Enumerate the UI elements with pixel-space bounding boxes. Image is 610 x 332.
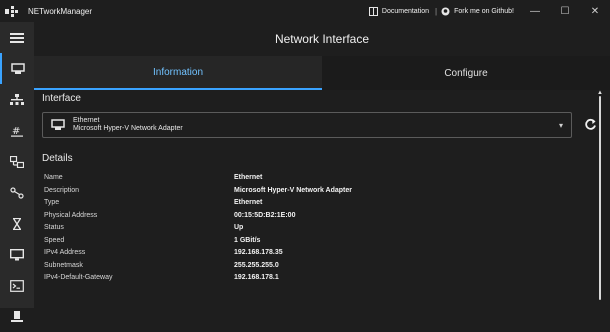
row-value: 192.168.178.35	[234, 249, 283, 256]
title-separator: |	[435, 6, 438, 16]
interface-description: Microsoft Hyper-V Network Adapter	[73, 125, 183, 132]
row-label: Subnetmask	[44, 261, 83, 269]
github-label: Fork me on Github!	[454, 7, 514, 15]
table-row: Status Up	[44, 222, 584, 235]
row-label: IPv4-Default-Gateway	[44, 274, 113, 281]
interface-select[interactable]: Ethernet Microsoft Hyper-V Network Adapt…	[42, 112, 572, 138]
network-card-icon	[47, 119, 69, 131]
interface-name: Ethernet	[73, 117, 100, 124]
sidebar-item-ip-scanner[interactable]: #	[0, 115, 34, 146]
table-row: Physical Address 00:15:5D:B2:1E:00	[44, 210, 584, 223]
refresh-button[interactable]	[580, 114, 600, 134]
row-label: Physical Address	[44, 211, 98, 219]
row-value: Microsoft Hyper-V Network Adapter	[234, 186, 352, 194]
row-value: 255.255.255.0	[234, 261, 279, 269]
network-card-icon	[11, 62, 25, 74]
documentation-link[interactable]: Documentation	[368, 6, 429, 16]
book-icon	[368, 6, 378, 16]
app-logo-icon	[0, 0, 22, 22]
row-value: Ethernet	[234, 199, 263, 206]
interface-section-title: Interface	[42, 93, 81, 104]
hourglass-icon	[12, 217, 22, 230]
table-row: Name Ethernet	[44, 172, 584, 185]
sidebar-item-network-interface[interactable]	[0, 53, 34, 84]
title-bar: NETworkManager Documentation | Fork me o…	[0, 0, 610, 23]
server-icon	[11, 310, 23, 322]
github-link[interactable]: Fork me on Github!	[441, 7, 514, 16]
minimize-button[interactable]: —	[520, 0, 550, 22]
sidebar-item-server[interactable]	[0, 301, 34, 332]
scroll-up-arrow-icon[interactable]: ▲	[597, 90, 603, 96]
row-label: Speed	[44, 236, 65, 244]
menu-icon	[10, 32, 24, 43]
port-scanner-icon	[10, 155, 24, 168]
row-label: Description	[44, 186, 80, 194]
maximize-button[interactable]: ☐	[550, 0, 580, 22]
svg-text:#: #	[12, 126, 20, 137]
tab-bar: Information Configure	[34, 56, 610, 90]
row-value: 00:15:5D:B2:1E:00	[234, 211, 296, 219]
table-row: IPv4 Address 192.168.178.35	[44, 247, 584, 260]
sidebar-item-menu[interactable]	[0, 22, 34, 53]
close-button[interactable]: ✕	[580, 0, 610, 22]
details-section-title: Details	[42, 153, 73, 164]
row-label: Name	[44, 174, 63, 181]
table-row: IPv4-Default-Gateway 192.168.178.1	[44, 272, 584, 285]
sidebar-item-ping[interactable]	[0, 208, 34, 239]
sidebar-item-network-tree[interactable]	[0, 84, 34, 115]
tab-configure[interactable]: Configure	[322, 56, 610, 90]
details-table: Name Ethernet Description Microsoft Hype…	[44, 172, 584, 285]
row-value: 1 GBit/s	[234, 236, 261, 244]
monitor-icon	[10, 248, 24, 260]
app-title: NETworkManager	[28, 6, 93, 16]
scrollbar-thumb[interactable]	[599, 96, 601, 300]
tab-information[interactable]: Information	[34, 56, 322, 90]
ip-scanner-icon: #	[11, 126, 23, 137]
sidebar-item-remote-desktop[interactable]	[0, 239, 34, 270]
row-label: Type	[44, 199, 60, 206]
main-content: Interface Ethernet Microsoft Hyper-V Net…	[34, 90, 610, 308]
table-row: Speed 1 GBit/s	[44, 235, 584, 248]
refresh-icon	[584, 118, 596, 130]
chevron-down-icon: ▾	[558, 120, 563, 130]
table-row: Type Ethernet	[44, 197, 584, 210]
row-value: Up	[234, 224, 244, 231]
row-value: 192.168.178.1	[234, 274, 279, 281]
route-icon	[10, 186, 24, 199]
vertical-scrollbar[interactable]: ▲	[597, 90, 603, 308]
terminal-icon	[10, 279, 24, 292]
documentation-label: Documentation	[381, 7, 429, 15]
sidebar-item-powershell[interactable]	[0, 270, 34, 301]
table-row: Subnetmask 255.255.255.0	[44, 260, 584, 273]
sidebar-item-traceroute[interactable]	[0, 177, 34, 208]
row-label: Status	[44, 224, 64, 231]
github-icon	[441, 7, 450, 15]
row-value: Ethernet	[234, 174, 263, 181]
row-label: IPv4 Address	[44, 249, 86, 256]
sidebar-item-port-scanner[interactable]	[0, 146, 34, 177]
network-tree-icon	[10, 93, 24, 105]
page-title: Network Interface	[34, 22, 610, 56]
sidebar: #	[0, 22, 34, 322]
table-row: Description Microsoft Hyper-V Network Ad…	[44, 185, 584, 198]
